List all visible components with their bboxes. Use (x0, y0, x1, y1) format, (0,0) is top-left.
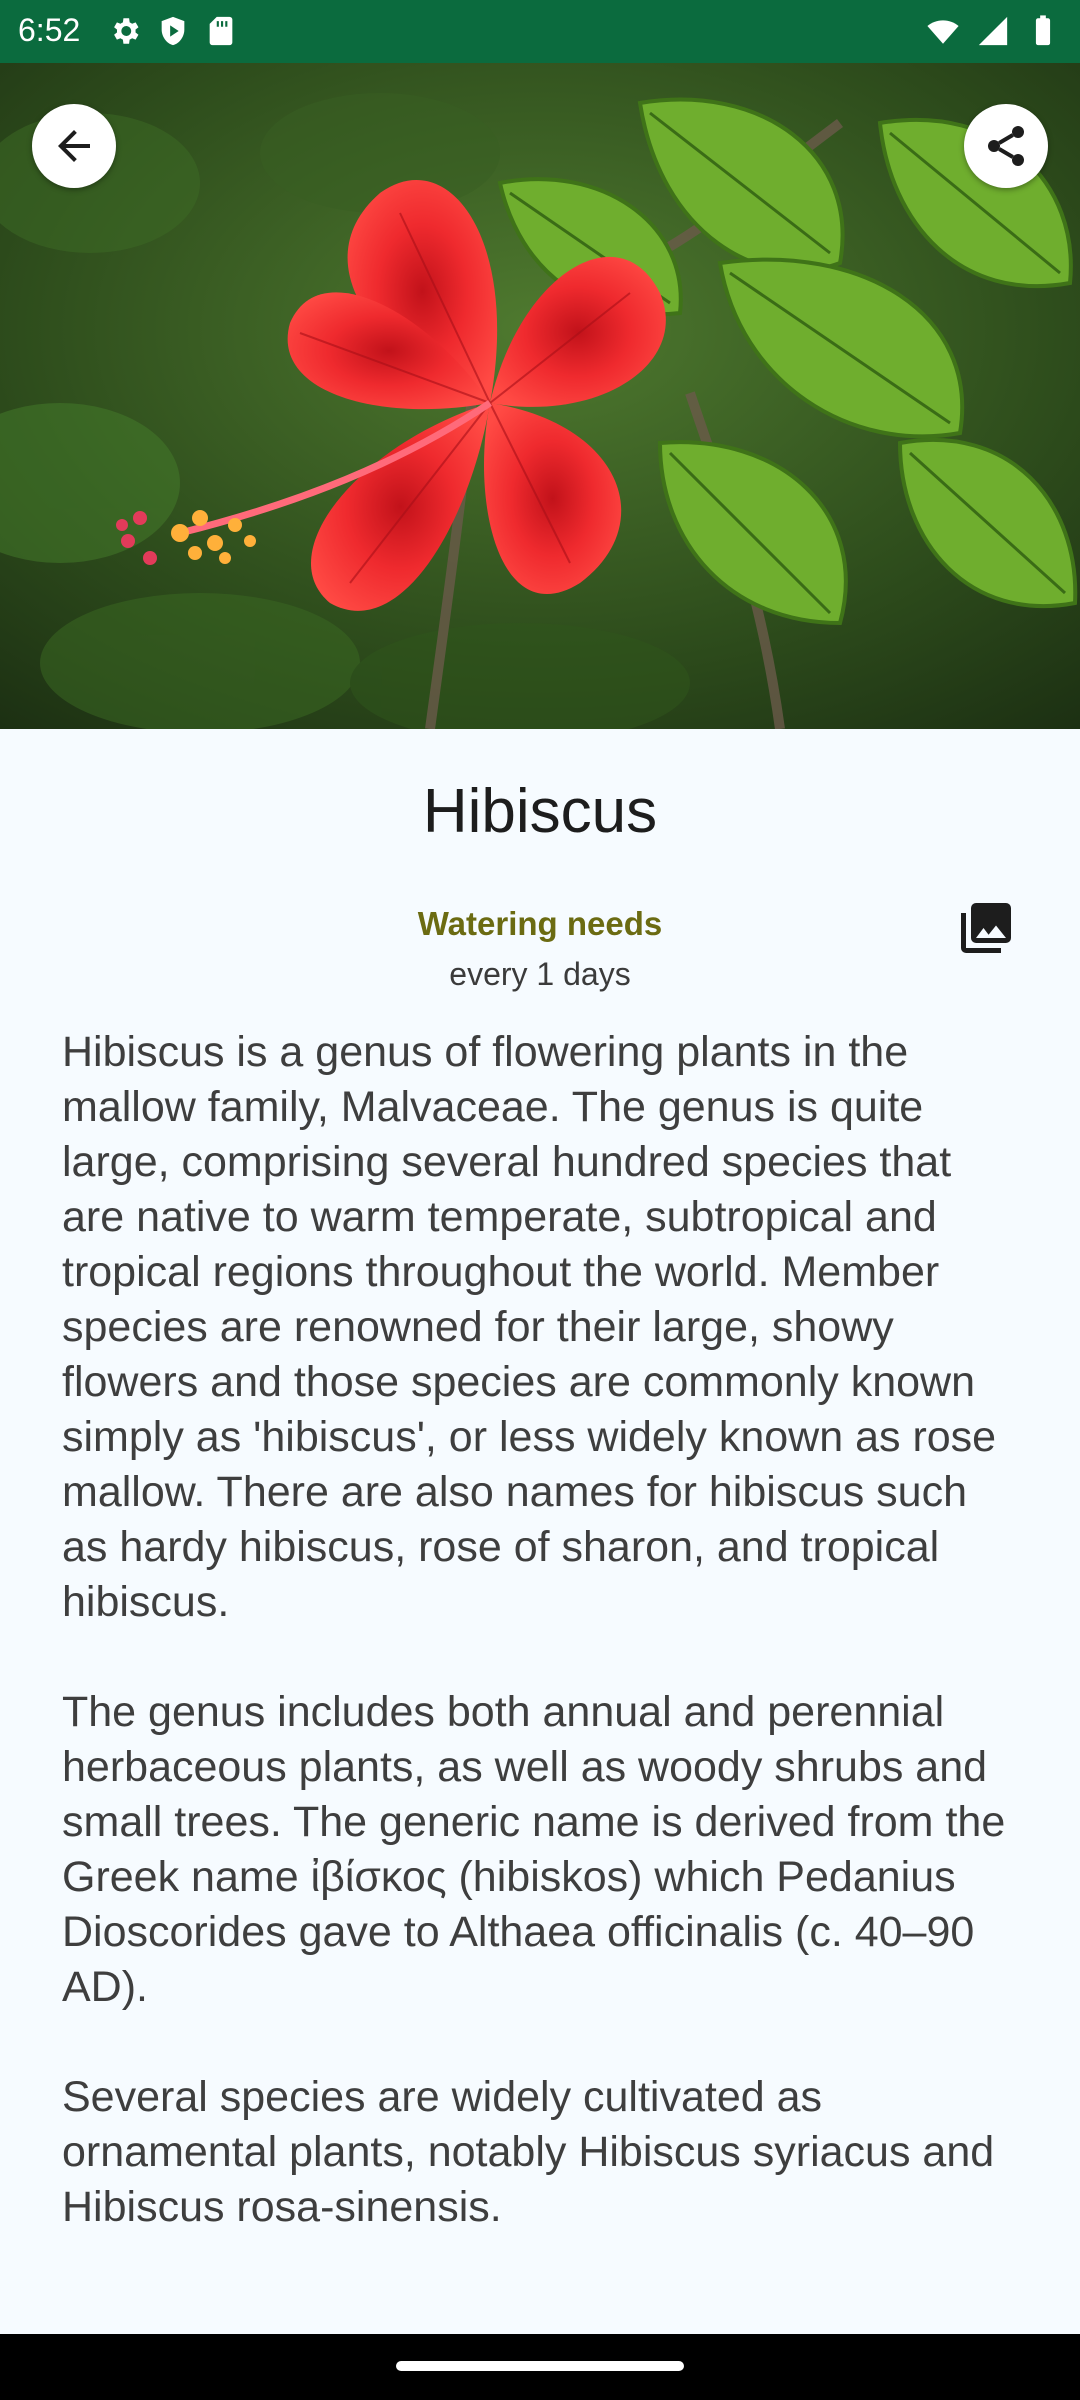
wifi-icon (927, 20, 959, 44)
gallery-button[interactable] (956, 898, 1016, 958)
signal-icon (978, 16, 1008, 46)
share-icon (988, 126, 1024, 166)
settings-icon (114, 18, 139, 44)
description-paragraph: The genus includes both annual and peren… (62, 1688, 1006, 2011)
description-paragraph: Hibiscus is a genus of flowering plants … (62, 1028, 997, 1626)
sd-card-icon (209, 16, 233, 46)
watering-label: Watering needs (417, 905, 663, 942)
plant-hero-image (0, 63, 1080, 729)
back-button[interactable] (32, 104, 116, 188)
photo-library-icon (961, 903, 1011, 953)
battery-icon (1035, 15, 1051, 46)
arrow-back-icon (58, 130, 90, 162)
status-time: 6:52 (18, 12, 81, 48)
status-icons-left (108, 14, 238, 48)
share-button[interactable] (964, 104, 1048, 188)
watering-value: every 1 days (449, 956, 631, 992)
plant-description: Hibiscus is a genus of flowering plants … (62, 1025, 1022, 2330)
status-icons-right (926, 14, 1060, 48)
hibiscus-photo (0, 63, 1080, 729)
description-paragraph: Several species are widely cultivated as… (62, 2073, 995, 2231)
status-bar: 6:52 (0, 0, 1080, 63)
plant-name-title: Hibiscus (422, 777, 658, 846)
shield-icon (161, 16, 185, 46)
home-gesture-handle[interactable] (396, 2361, 684, 2371)
